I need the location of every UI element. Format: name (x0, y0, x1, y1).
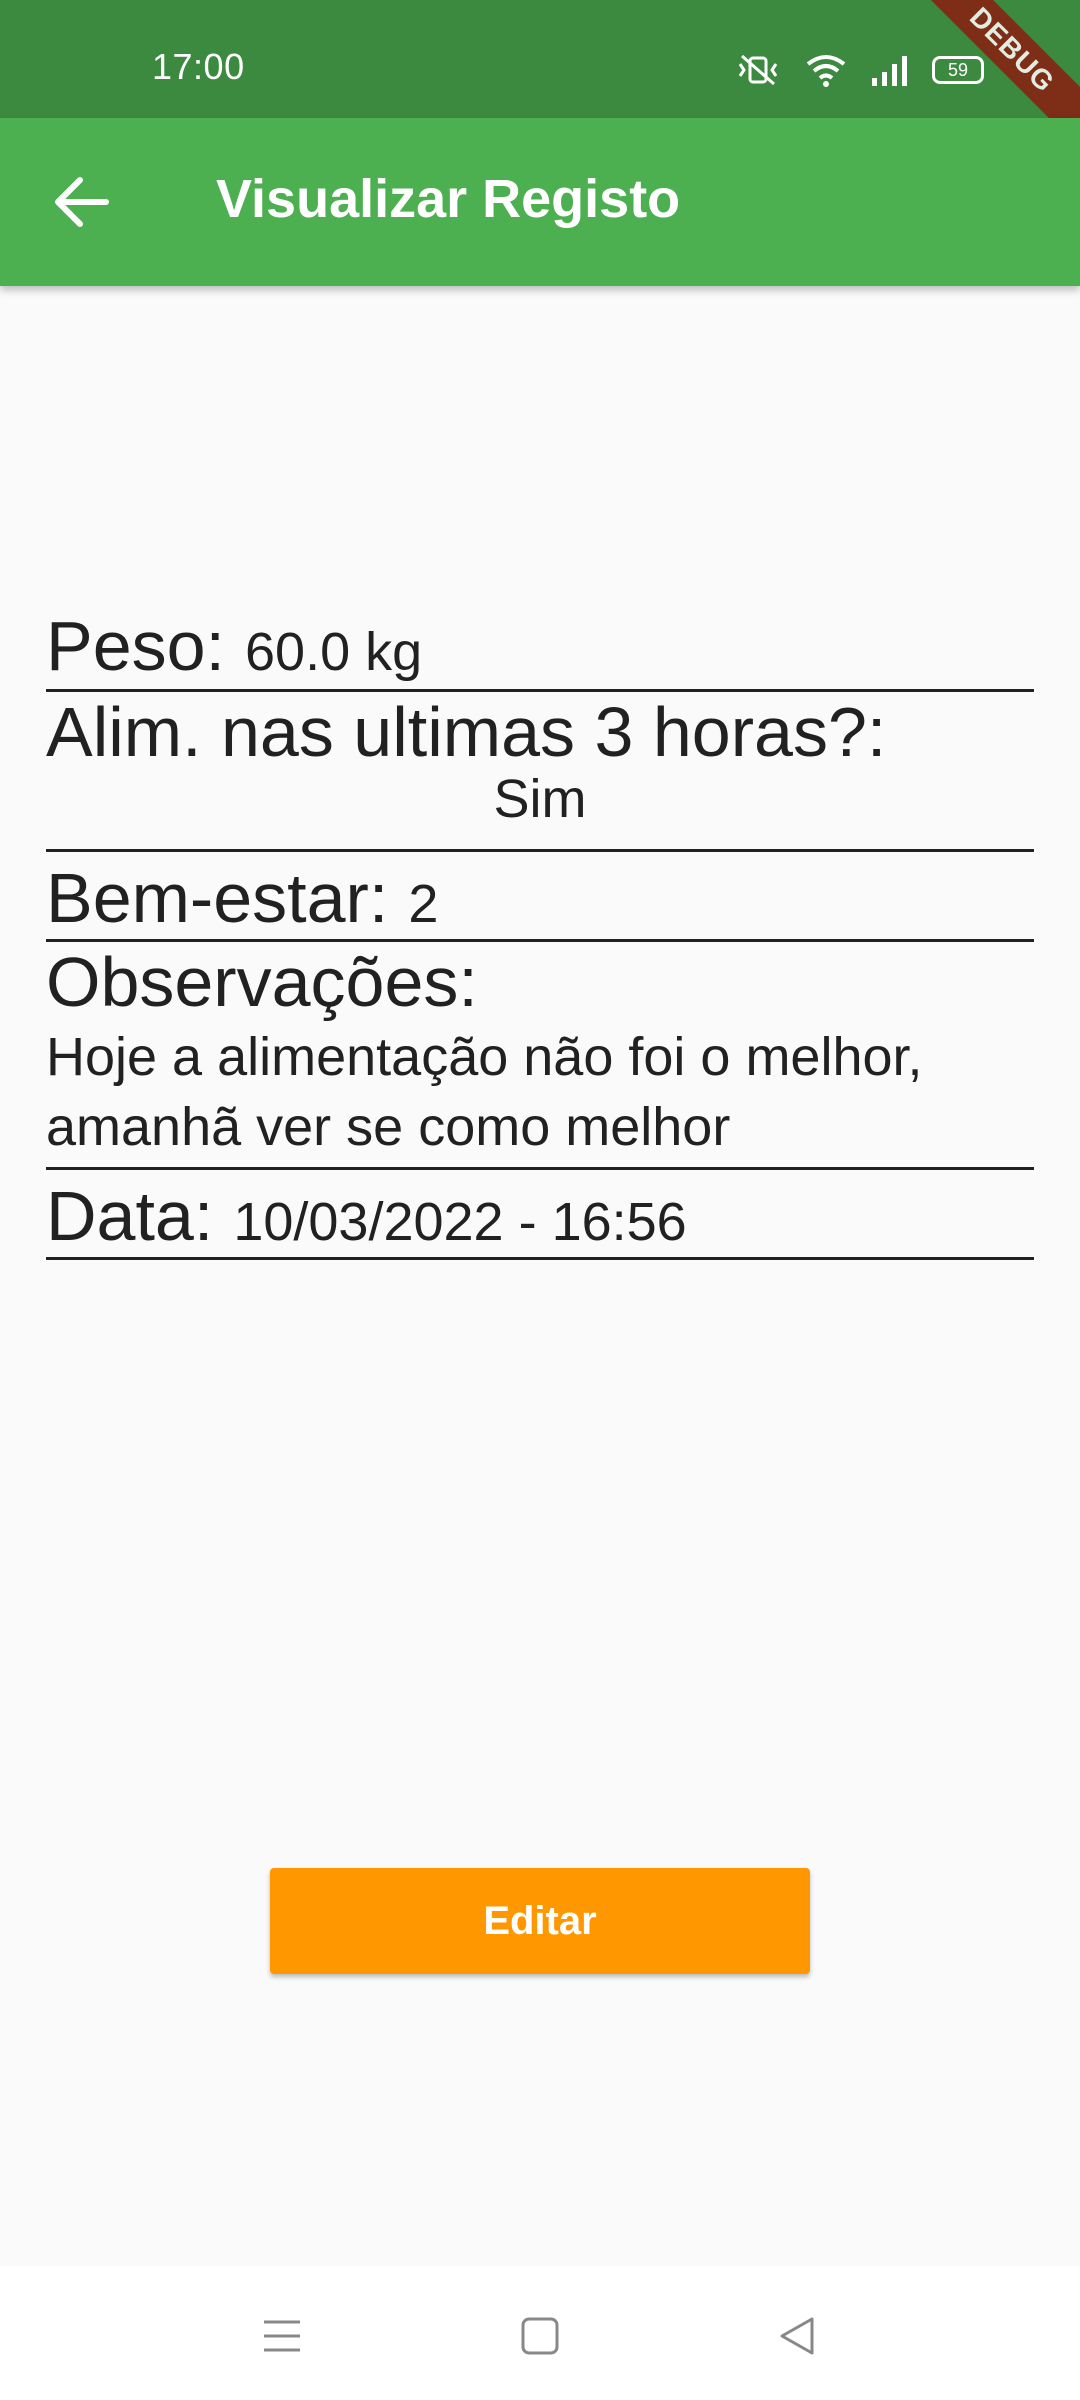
field-observacoes: Observações: Hoje a alimentação não foi … (46, 942, 1034, 1170)
bem-estar-label: Bem-estar: (46, 859, 389, 937)
arrow-back-icon (55, 177, 109, 227)
field-data: Data: 10/03/2022 - 16:56 (46, 1170, 1034, 1260)
data-value: 10/03/2022 - 16:56 (233, 1192, 687, 1252)
status-time: 17:00 (152, 46, 245, 87)
observacoes-value: Hoje a alimentação não foi o melhor, ama… (46, 1027, 923, 1157)
battery-charging-icon: 59 (932, 56, 984, 84)
back-button[interactable] (46, 172, 120, 232)
observacoes-label: Observações: (46, 943, 478, 1021)
edit-button[interactable]: Editar (270, 1868, 810, 1974)
battery-level: 59 (947, 59, 969, 80)
menu-icon (264, 2320, 300, 2352)
peso-label: Peso: (46, 607, 225, 685)
wifi-icon (804, 52, 848, 88)
app-bar: Visualizar Registo (0, 118, 1080, 286)
record-details: Peso: 60.0 kg Alim. nas ultimas 3 horas?… (46, 600, 1034, 1260)
system-nav-bar (0, 2266, 1080, 2400)
field-bem-estar: Bem-estar: 2 (46, 852, 1034, 942)
field-alimentacao: Alim. nas ultimas 3 horas?: Sim (46, 692, 1034, 852)
back-triangle-icon (780, 2317, 814, 2355)
status-bar: 17:00 59 DEBUG (0, 0, 1080, 158)
vibrate-mute-icon (734, 52, 782, 88)
alim-label: Alim. nas ultimas 3 horas?: (46, 693, 887, 771)
back-nav-button[interactable] (768, 2310, 828, 2362)
page-title: Visualizar Registo (216, 169, 681, 229)
menu-button[interactable] (252, 2310, 312, 2362)
data-label: Data: (46, 1177, 214, 1255)
peso-value: 60.0 kg (245, 622, 423, 682)
home-button[interactable] (510, 2310, 570, 2362)
signal-icon (870, 52, 910, 88)
home-square-icon (521, 2317, 559, 2355)
alim-value: Sim (493, 769, 587, 829)
status-icons: 59 (734, 52, 984, 88)
field-peso: Peso: 60.0 kg (46, 600, 1034, 692)
bem-estar-value: 2 (408, 874, 439, 934)
